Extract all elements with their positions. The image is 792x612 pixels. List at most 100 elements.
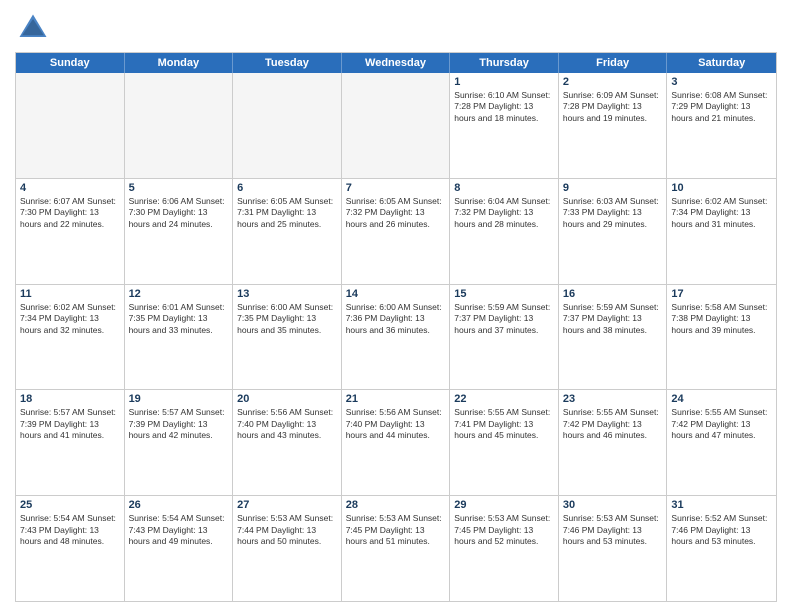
week-row-2: 4 Sunrise: 6:07 AM Sunset: 7:30 PM Daylig… bbox=[16, 179, 776, 285]
day-number: 27 bbox=[237, 499, 337, 511]
cell-info: Sunrise: 5:56 AM Sunset: 7:40 PM Dayligh… bbox=[237, 407, 337, 441]
day-number: 1 bbox=[454, 76, 554, 88]
logo bbox=[15, 10, 55, 46]
day-number: 12 bbox=[129, 288, 229, 300]
day-number: 16 bbox=[563, 288, 663, 300]
day-cell-22: 22Sunrise: 5:55 AM Sunset: 7:41 PM Dayli… bbox=[450, 390, 559, 495]
day-number: 20 bbox=[237, 393, 337, 405]
day-cell-27: 27Sunrise: 5:53 AM Sunset: 7:44 PM Dayli… bbox=[233, 496, 342, 601]
day-cell-3: 3Sunrise: 6:08 AM Sunset: 7:29 PM Daylig… bbox=[667, 73, 776, 178]
cell-info: Sunrise: 6:08 AM Sunset: 7:29 PM Dayligh… bbox=[671, 90, 772, 124]
day-header-saturday: Saturday bbox=[667, 53, 776, 73]
day-number: 4 bbox=[20, 182, 120, 194]
day-number: 26 bbox=[129, 499, 229, 511]
day-cell-2: 2 Sunrise: 6:09 AM Sunset: 7:28 PM Daylig… bbox=[559, 73, 668, 178]
day-header-sunday: Sunday bbox=[16, 53, 125, 73]
day-cell-21: 21 Sunrise: 5:56 AM Sunset: 7:40 PM Dayli… bbox=[342, 390, 451, 495]
day-cell-5: 5 Sunrise: 6:06 AM Sunset: 7:30 PM Daylig… bbox=[125, 179, 234, 284]
day-number: 10 bbox=[671, 182, 772, 194]
calendar-header: SundayMondayTuesdayWednesdayThursdayFrid… bbox=[16, 53, 776, 73]
day-number: 11 bbox=[20, 288, 120, 300]
calendar-body: 1 Sunrise: 6:10 AM Sunset: 7:28 PM Daylig… bbox=[16, 73, 776, 601]
day-number: 13 bbox=[237, 288, 337, 300]
day-cell-15: 15 Sunrise: 5:59 AM Sunset: 7:37 PM Dayli… bbox=[450, 285, 559, 390]
cell-info: Sunrise: 6:06 AM Sunset: 7:30 PM Dayligh… bbox=[129, 196, 229, 230]
day-cell-8: 8Sunrise: 6:04 AM Sunset: 7:32 PM Daylig… bbox=[450, 179, 559, 284]
day-cell-14: 14 Sunrise: 6:00 AM Sunset: 7:36 PM Dayli… bbox=[342, 285, 451, 390]
cell-info: Sunrise: 5:53 AM Sunset: 7:46 PM Dayligh… bbox=[563, 513, 663, 547]
cell-info: Sunrise: 6:07 AM Sunset: 7:30 PM Dayligh… bbox=[20, 196, 120, 230]
cell-info: Sunrise: 5:54 AM Sunset: 7:43 PM Dayligh… bbox=[129, 513, 229, 547]
day-number: 23 bbox=[563, 393, 663, 405]
day-cell-29: 29 Sunrise: 5:53 AM Sunset: 7:45 PM Dayli… bbox=[450, 496, 559, 601]
empty-cell bbox=[16, 73, 125, 178]
empty-cell bbox=[233, 73, 342, 178]
cell-info: Sunrise: 5:55 AM Sunset: 7:42 PM Dayligh… bbox=[671, 407, 772, 441]
cell-info: Sunrise: 6:02 AM Sunset: 7:34 PM Dayligh… bbox=[671, 196, 772, 230]
cell-info: Sunrise: 6:00 AM Sunset: 7:36 PM Dayligh… bbox=[346, 302, 446, 336]
day-number: 29 bbox=[454, 499, 554, 511]
day-number: 21 bbox=[346, 393, 446, 405]
week-row-5: 25 Sunrise: 5:54 AM Sunset: 7:43 PM Dayli… bbox=[16, 496, 776, 601]
day-cell-18: 18 Sunrise: 5:57 AM Sunset: 7:39 PM Dayli… bbox=[16, 390, 125, 495]
cell-info: Sunrise: 6:05 AM Sunset: 7:32 PM Dayligh… bbox=[346, 196, 446, 230]
day-cell-4: 4 Sunrise: 6:07 AM Sunset: 7:30 PM Daylig… bbox=[16, 179, 125, 284]
day-cell-24: 24Sunrise: 5:55 AM Sunset: 7:42 PM Dayli… bbox=[667, 390, 776, 495]
day-cell-9: 9Sunrise: 6:03 AM Sunset: 7:33 PM Daylig… bbox=[559, 179, 668, 284]
cell-info: Sunrise: 5:53 AM Sunset: 7:45 PM Dayligh… bbox=[346, 513, 446, 547]
day-cell-10: 10 Sunrise: 6:02 AM Sunset: 7:34 PM Dayli… bbox=[667, 179, 776, 284]
cell-info: Sunrise: 6:00 AM Sunset: 7:35 PM Dayligh… bbox=[237, 302, 337, 336]
empty-cell bbox=[125, 73, 234, 178]
cell-info: Sunrise: 5:59 AM Sunset: 7:37 PM Dayligh… bbox=[454, 302, 554, 336]
day-cell-26: 26 Sunrise: 5:54 AM Sunset: 7:43 PM Dayli… bbox=[125, 496, 234, 601]
cell-info: Sunrise: 5:55 AM Sunset: 7:42 PM Dayligh… bbox=[563, 407, 663, 441]
day-number: 25 bbox=[20, 499, 120, 511]
logo-icon bbox=[15, 10, 51, 46]
cell-info: Sunrise: 5:59 AM Sunset: 7:37 PM Dayligh… bbox=[563, 302, 663, 336]
cell-info: Sunrise: 6:01 AM Sunset: 7:35 PM Dayligh… bbox=[129, 302, 229, 336]
day-header-friday: Friday bbox=[559, 53, 668, 73]
cell-info: Sunrise: 6:10 AM Sunset: 7:28 PM Dayligh… bbox=[454, 90, 554, 124]
week-row-3: 11 Sunrise: 6:02 AM Sunset: 7:34 PM Dayli… bbox=[16, 285, 776, 391]
cell-info: Sunrise: 6:05 AM Sunset: 7:31 PM Dayligh… bbox=[237, 196, 337, 230]
day-cell-11: 11 Sunrise: 6:02 AM Sunset: 7:34 PM Dayli… bbox=[16, 285, 125, 390]
day-number: 14 bbox=[346, 288, 446, 300]
cell-info: Sunrise: 5:56 AM Sunset: 7:40 PM Dayligh… bbox=[346, 407, 446, 441]
day-cell-16: 16 Sunrise: 5:59 AM Sunset: 7:37 PM Dayli… bbox=[559, 285, 668, 390]
day-number: 17 bbox=[671, 288, 772, 300]
day-number: 18 bbox=[20, 393, 120, 405]
empty-cell bbox=[342, 73, 451, 178]
day-header-thursday: Thursday bbox=[450, 53, 559, 73]
cell-info: Sunrise: 5:57 AM Sunset: 7:39 PM Dayligh… bbox=[129, 407, 229, 441]
day-cell-30: 30Sunrise: 5:53 AM Sunset: 7:46 PM Dayli… bbox=[559, 496, 668, 601]
day-number: 19 bbox=[129, 393, 229, 405]
calendar: SundayMondayTuesdayWednesdayThursdayFrid… bbox=[15, 52, 777, 602]
week-row-1: 1 Sunrise: 6:10 AM Sunset: 7:28 PM Daylig… bbox=[16, 73, 776, 179]
cell-info: Sunrise: 5:53 AM Sunset: 7:45 PM Dayligh… bbox=[454, 513, 554, 547]
day-cell-17: 17 Sunrise: 5:58 AM Sunset: 7:38 PM Dayli… bbox=[667, 285, 776, 390]
day-cell-20: 20 Sunrise: 5:56 AM Sunset: 7:40 PM Dayli… bbox=[233, 390, 342, 495]
day-number: 31 bbox=[671, 499, 772, 511]
day-number: 15 bbox=[454, 288, 554, 300]
day-number: 9 bbox=[563, 182, 663, 194]
day-cell-13: 13 Sunrise: 6:00 AM Sunset: 7:35 PM Dayli… bbox=[233, 285, 342, 390]
day-cell-19: 19 Sunrise: 5:57 AM Sunset: 7:39 PM Dayli… bbox=[125, 390, 234, 495]
cell-info: Sunrise: 6:02 AM Sunset: 7:34 PM Dayligh… bbox=[20, 302, 120, 336]
day-header-tuesday: Tuesday bbox=[233, 53, 342, 73]
day-number: 28 bbox=[346, 499, 446, 511]
cell-info: Sunrise: 5:58 AM Sunset: 7:38 PM Dayligh… bbox=[671, 302, 772, 336]
day-cell-25: 25 Sunrise: 5:54 AM Sunset: 7:43 PM Dayli… bbox=[16, 496, 125, 601]
week-row-4: 18 Sunrise: 5:57 AM Sunset: 7:39 PM Dayli… bbox=[16, 390, 776, 496]
page: SundayMondayTuesdayWednesdayThursdayFrid… bbox=[0, 0, 792, 612]
cell-info: Sunrise: 5:57 AM Sunset: 7:39 PM Dayligh… bbox=[20, 407, 120, 441]
day-number: 5 bbox=[129, 182, 229, 194]
cell-info: Sunrise: 6:09 AM Sunset: 7:28 PM Dayligh… bbox=[563, 90, 663, 124]
day-cell-7: 7Sunrise: 6:05 AM Sunset: 7:32 PM Daylig… bbox=[342, 179, 451, 284]
day-number: 2 bbox=[563, 76, 663, 88]
day-cell-28: 28 Sunrise: 5:53 AM Sunset: 7:45 PM Dayli… bbox=[342, 496, 451, 601]
day-number: 22 bbox=[454, 393, 554, 405]
cell-info: Sunrise: 5:54 AM Sunset: 7:43 PM Dayligh… bbox=[20, 513, 120, 547]
day-number: 6 bbox=[237, 182, 337, 194]
day-number: 8 bbox=[454, 182, 554, 194]
day-cell-23: 23 Sunrise: 5:55 AM Sunset: 7:42 PM Dayli… bbox=[559, 390, 668, 495]
